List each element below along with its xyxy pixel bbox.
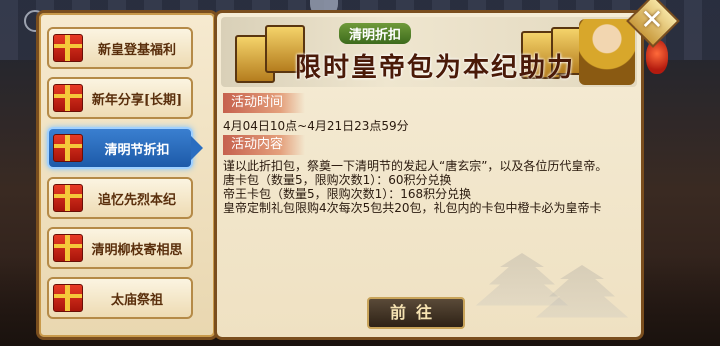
- menu-item-label: 太庙祭祖: [110, 292, 163, 308]
- activity-detail-panel: 清明折扣 限时皇帝包为本纪助力 活动时间 4月04日10点~4月21日23点59…: [214, 10, 644, 340]
- gift-box-icon: [53, 34, 83, 62]
- activity-content-label: 活动内容: [223, 135, 306, 155]
- menu-item-ancestral-temple[interactable]: 太庙祭祖: [47, 277, 193, 319]
- gift-box-icon: [53, 134, 83, 162]
- menu-item-label: 清明节折扣: [104, 142, 170, 158]
- activity-time-value: 4月04日10点~4月21日23点59分: [223, 119, 409, 133]
- menu-item-label: 新皇登基福利: [97, 42, 176, 58]
- activity-content-line: 皇帝定制礼包限购4次每次5包共20包，礼包内的卡包中橙卡必为皇帝卡: [223, 201, 602, 215]
- menu-item-label: 追忆先烈本纪: [97, 192, 176, 208]
- activity-time-label: 活动时间: [223, 93, 306, 113]
- activity-menu: 新皇登基福利 新年分享[长期] 清明节折扣 追忆先烈本纪 清明柳枝寄相思 太庙祭…: [36, 10, 218, 340]
- gift-box-icon: [53, 184, 83, 212]
- banner-title: 限时皇帝包为本纪助力: [295, 53, 576, 83]
- gift-box-icon: [53, 234, 83, 262]
- gift-box-icon: [53, 284, 83, 312]
- activity-banner: 清明折扣 限时皇帝包为本纪助力: [221, 17, 637, 87]
- menu-item-willow-branch[interactable]: 清明柳枝寄相思: [47, 227, 193, 269]
- go-button[interactable]: 前往: [367, 297, 465, 329]
- menu-item-qingming-discount[interactable]: 清明节折扣: [47, 127, 203, 169]
- gift-box-icon: [53, 84, 83, 112]
- menu-item-label: 清明柳枝寄相思: [91, 242, 183, 258]
- active-indicator-arrow: [191, 136, 203, 160]
- emperor-portrait: [579, 19, 635, 85]
- menu-item-new-year-share[interactable]: 新年分享[长期]: [47, 77, 193, 119]
- menu-item-new-emperor[interactable]: 新皇登基福利: [47, 27, 193, 69]
- menu-item-label: 新年分享[长期]: [91, 92, 183, 108]
- banner-subtitle: 清明折扣: [339, 23, 412, 44]
- menu-item-remember-martyrs[interactable]: 追忆先烈本纪: [47, 177, 193, 219]
